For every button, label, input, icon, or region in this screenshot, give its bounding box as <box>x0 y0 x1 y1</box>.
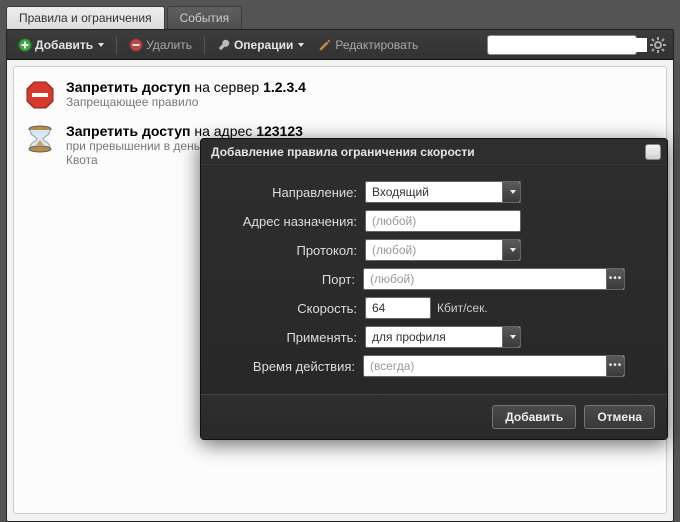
dest-input[interactable] <box>365 210 521 232</box>
label-protocol: Протокол: <box>215 243 365 258</box>
label-direction: Направление: <box>215 185 365 200</box>
dropdown-trigger[interactable] <box>502 240 520 260</box>
dialog-title: Добавление правила ограничения скорости <box>211 145 475 159</box>
ellipsis-icon: ••• <box>609 361 623 371</box>
protocol-select[interactable] <box>365 239 521 261</box>
chevron-down-icon <box>510 335 516 339</box>
close-icon: ✕ <box>648 146 658 158</box>
label-speed: Скорость: <box>215 301 365 316</box>
dialog-form: Направление: Адрес назначения: Протокол: <box>201 165 667 394</box>
speed-input[interactable] <box>365 297 431 319</box>
cancel-button[interactable]: Отмена <box>584 405 655 429</box>
ellipsis-icon: ••• <box>609 274 623 284</box>
apply-select[interactable] <box>365 326 521 348</box>
time-input[interactable] <box>363 355 625 377</box>
dialog-titlebar[interactable]: Добавление правила ограничения скорости … <box>201 139 667 165</box>
label-time: Время действия: <box>215 359 363 374</box>
dialog-footer: Добавить Отмена <box>201 394 667 439</box>
speed-unit: Кбит/сек. <box>437 301 488 315</box>
dialog-add-speed-rule: Добавление правила ограничения скорости … <box>200 138 668 440</box>
ok-button[interactable]: Добавить <box>492 405 576 429</box>
dropdown-trigger[interactable] <box>502 182 520 202</box>
port-input[interactable] <box>363 268 625 290</box>
chevron-down-icon <box>510 248 516 252</box>
modal-backdrop: Добавление правила ограничения скорости … <box>0 0 680 521</box>
label-dest: Адрес назначения: <box>215 214 365 229</box>
direction-select[interactable] <box>365 181 521 203</box>
label-apply: Применять: <box>215 330 365 345</box>
close-button[interactable]: ✕ <box>645 144 661 160</box>
picker-trigger[interactable]: ••• <box>606 356 624 376</box>
picker-trigger[interactable]: ••• <box>606 269 624 289</box>
label-port: Порт: <box>215 272 363 287</box>
chevron-down-icon <box>510 190 516 194</box>
dropdown-trigger[interactable] <box>502 327 520 347</box>
